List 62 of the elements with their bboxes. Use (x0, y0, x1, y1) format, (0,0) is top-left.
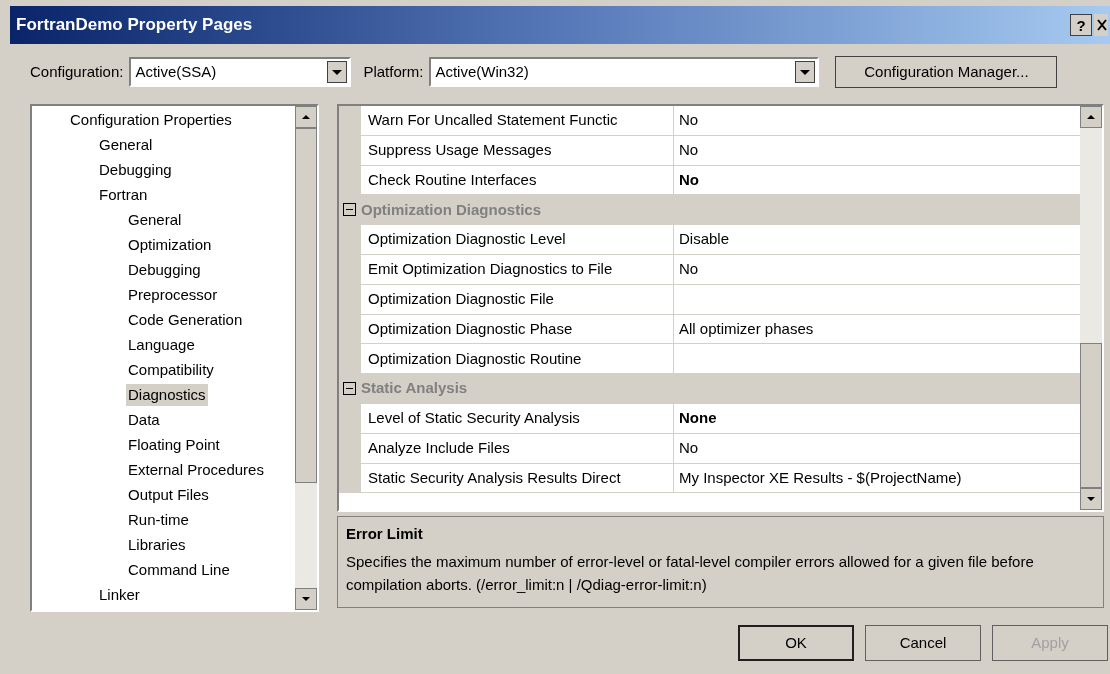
tree-item[interactable]: Diagnostics (126, 383, 208, 406)
property-name[interactable]: Optimization Diagnostic Phase (361, 314, 674, 345)
scroll-up-icon[interactable] (295, 106, 317, 128)
tree-item[interactable]: Command Line (126, 558, 232, 581)
tree-item[interactable]: Debugging (126, 258, 203, 281)
property-value[interactable]: All optimizer phases (679, 317, 814, 341)
configuration-manager-button[interactable]: Configuration Manager... (835, 56, 1058, 88)
property-value[interactable]: No (679, 258, 699, 281)
property-value[interactable]: No (679, 109, 699, 132)
property-value[interactable]: No (679, 436, 699, 460)
property-name[interactable]: Level of Static Security Analysis (361, 403, 674, 434)
dropdown[interactable]: Active(SSA) (129, 57, 352, 87)
dialog-button[interactable]: Cancel (865, 625, 981, 661)
tree-item[interactable]: Preprocessor (126, 283, 220, 306)
description-title: Error Limit (346, 524, 424, 544)
property-value[interactable]: Disable (679, 228, 730, 251)
property-name[interactable]: Optimization Diagnostic Level (361, 225, 674, 255)
platform-label: Platform: (363, 61, 424, 82)
scrollbar[interactable] (1080, 106, 1102, 510)
help-button[interactable]: ? (1070, 14, 1092, 36)
tree-item[interactable]: Optimization (126, 233, 214, 256)
collapse-icon[interactable] (343, 203, 356, 217)
property-name[interactable]: Static Security Analysis Results Direct (361, 463, 674, 494)
collapse-icon[interactable] (343, 382, 356, 396)
tree-item[interactable]: Floating Point (126, 433, 222, 456)
tree-item[interactable]: Debugging (97, 158, 174, 181)
property-value[interactable]: No (679, 138, 699, 162)
tree-item[interactable]: General (126, 208, 184, 231)
property-value[interactable]: No (679, 168, 699, 192)
tree-item[interactable]: Output Files (126, 483, 211, 506)
scrollbar[interactable] (295, 106, 317, 610)
property-value[interactable]: My Inspector XE Results - $(ProjectName) (679, 466, 962, 490)
property-name[interactable]: Suppress Usage Messages (361, 135, 674, 166)
dropdown[interactable]: Active(Win32) (429, 57, 820, 87)
tree-item[interactable]: Linker (97, 583, 142, 606)
row-margin (339, 106, 361, 136)
tree-item[interactable]: Fortran (97, 183, 150, 206)
tree-item[interactable]: Data (126, 408, 162, 431)
tree-item[interactable]: Configuration Properties (68, 108, 234, 131)
window-title: FortranDemo Property Pages (16, 14, 254, 37)
tree-item[interactable]: Compatibility (126, 358, 216, 381)
scroll-down-icon[interactable] (1080, 488, 1102, 510)
close-icon[interactable] (1094, 14, 1108, 36)
property-name[interactable]: Emit Optimization Diagnostics to File (361, 255, 674, 285)
property-name[interactable]: Warn For Uncalled Statement Functic (361, 106, 674, 136)
scroll-up-icon[interactable] (1080, 106, 1102, 128)
tree-item[interactable]: Libraries (126, 533, 188, 556)
property-name[interactable]: Optimization Diagnostic File (361, 284, 674, 315)
tree-item[interactable]: External Procedures (126, 458, 266, 481)
property-name[interactable]: Analyze Include Files (361, 433, 674, 464)
tree-item[interactable]: Code Generation (126, 308, 245, 331)
row-margin (339, 463, 361, 494)
configuration-label: Configuration: (30, 61, 124, 82)
property-value[interactable]: None (679, 407, 717, 430)
scrollbar-thumb[interactable] (1080, 342, 1102, 488)
description-text: Specifies the maximum number of error-level or fatal-level compiler errors allowed for a given file before compilation aborts. (/error_limit:n | /Qdiag-error-limit:n) (346, 551, 1035, 595)
tree-item[interactable]: General (97, 133, 155, 156)
scroll-down-icon[interactable] (295, 588, 317, 610)
tree-item[interactable]: Language (126, 333, 197, 356)
scrollbar-thumb[interactable] (295, 128, 317, 483)
tree-item[interactable]: Run-time (126, 508, 191, 531)
dialog-button[interactable]: OK (738, 625, 854, 661)
